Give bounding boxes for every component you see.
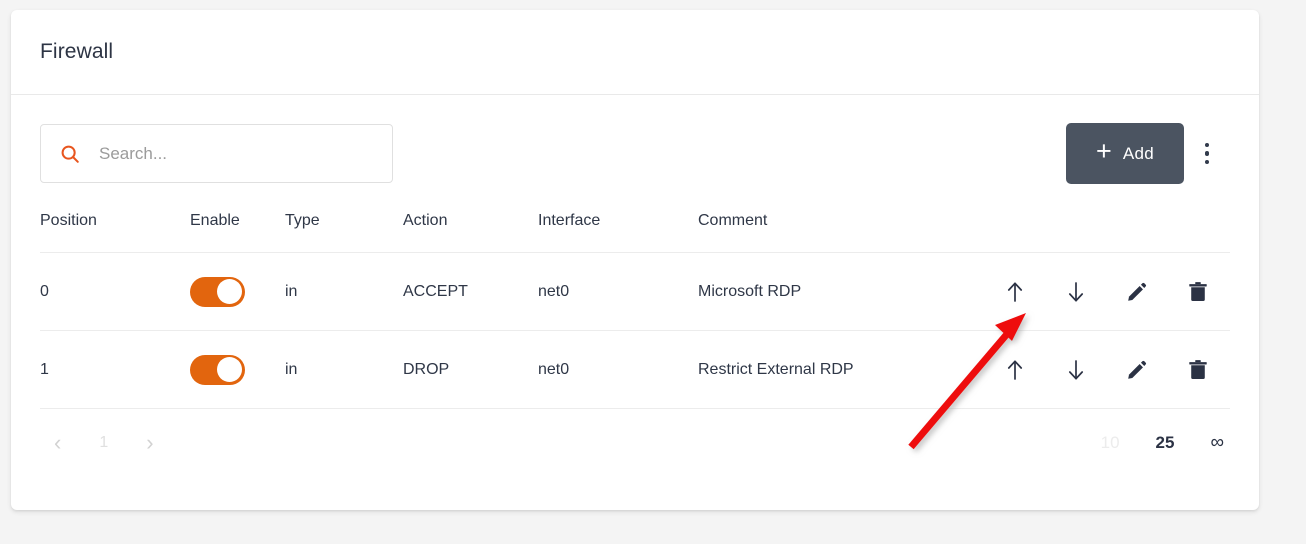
- plus-icon: +: [1096, 136, 1112, 166]
- add-button-label: Add: [1122, 143, 1154, 163]
- table-row: 1 in DROP net0 Restrict External RDP: [40, 330, 1230, 409]
- kebab-dot: [1204, 159, 1210, 165]
- row-1-enable-toggle[interactable]: [190, 354, 245, 385]
- toggle-knob: [217, 357, 242, 382]
- page-size-all[interactable]: ∞: [1210, 432, 1224, 454]
- cell-comment: Restrict External RDP: [698, 330, 980, 409]
- card-header: Firewall: [11, 10, 1259, 95]
- cell-type: in: [285, 330, 403, 409]
- cell-interface: net0: [538, 330, 698, 409]
- cell-enable: [190, 330, 285, 409]
- row-1-move-up-icon[interactable]: [1002, 355, 1028, 385]
- search-icon: [59, 143, 81, 165]
- cell-position: 1: [40, 330, 190, 409]
- kebab-dot: [1204, 151, 1210, 156]
- search-input[interactable]: [99, 143, 349, 164]
- cell-interface: net0: [538, 252, 698, 331]
- column-header-type: Type: [285, 212, 403, 253]
- table-row: 0 in ACCEPT net0 Microsoft RDP: [40, 252, 1230, 331]
- cell-row-actions: [980, 330, 1230, 409]
- cell-position: 0: [40, 252, 190, 331]
- row-0-edit-pencil-icon[interactable]: [1124, 277, 1150, 307]
- column-header-interface: Interface: [538, 212, 698, 253]
- page-size-selector: 10 25 ∞: [1101, 432, 1230, 454]
- kebab-dot: [1204, 142, 1210, 148]
- toggle-knob: [217, 279, 242, 304]
- page-root: Firewall + Add: [0, 0, 1306, 544]
- table-header-row: Position Enable Type Action Interface Co…: [40, 212, 1230, 253]
- card-body: + Add: [11, 95, 1259, 476]
- row-0-enable-toggle[interactable]: [190, 276, 245, 307]
- column-header-action: Action: [403, 212, 538, 253]
- row-0-actions: [980, 277, 1230, 307]
- firewall-rules-table: Position Enable Type Action Interface Co…: [40, 212, 1230, 409]
- row-0-move-up-icon[interactable]: [1002, 277, 1028, 307]
- more-vertical-icon[interactable]: [1184, 131, 1230, 177]
- cell-action: DROP: [403, 330, 538, 409]
- row-1-edit-pencil-icon[interactable]: [1124, 355, 1150, 385]
- row-1-delete-trash-icon[interactable]: [1185, 355, 1211, 385]
- column-header-enable: Enable: [190, 212, 285, 253]
- cell-type: in: [285, 252, 403, 331]
- cell-row-actions: [980, 252, 1230, 331]
- cell-enable: [190, 252, 285, 331]
- column-header-row-actions: [980, 212, 1230, 253]
- row-0-move-down-icon[interactable]: [1063, 277, 1089, 307]
- table-header: Position Enable Type Action Interface Co…: [40, 212, 1230, 253]
- row-1-move-down-icon[interactable]: [1063, 355, 1089, 385]
- column-header-comment: Comment: [698, 212, 980, 253]
- toolbar: + Add: [40, 95, 1230, 212]
- table-footer: ‹ 1 › 10 25 ∞: [40, 409, 1230, 476]
- row-0-delete-trash-icon[interactable]: [1185, 277, 1211, 307]
- toolbar-actions: + Add: [1066, 123, 1230, 184]
- table-body: 0 in ACCEPT net0 Microsoft RDP 1 in DROP…: [40, 252, 1230, 409]
- cell-comment: Microsoft RDP: [698, 252, 980, 331]
- column-header-position: Position: [40, 212, 190, 253]
- pagination-current-page[interactable]: 1: [93, 434, 114, 452]
- row-1-actions: [980, 355, 1230, 385]
- firewall-card: Firewall + Add: [11, 10, 1259, 510]
- pagination-controls: ‹ 1 ›: [40, 430, 160, 456]
- search-box[interactable]: [40, 124, 393, 183]
- page-size-25[interactable]: 25: [1156, 433, 1175, 453]
- add-button[interactable]: + Add: [1066, 123, 1184, 184]
- pagination-prev-icon[interactable]: ‹: [48, 430, 67, 456]
- page-title: Firewall: [40, 40, 114, 63]
- cell-action: ACCEPT: [403, 252, 538, 331]
- pagination-next-icon[interactable]: ›: [140, 430, 159, 456]
- page-size-10[interactable]: 10: [1101, 433, 1120, 453]
